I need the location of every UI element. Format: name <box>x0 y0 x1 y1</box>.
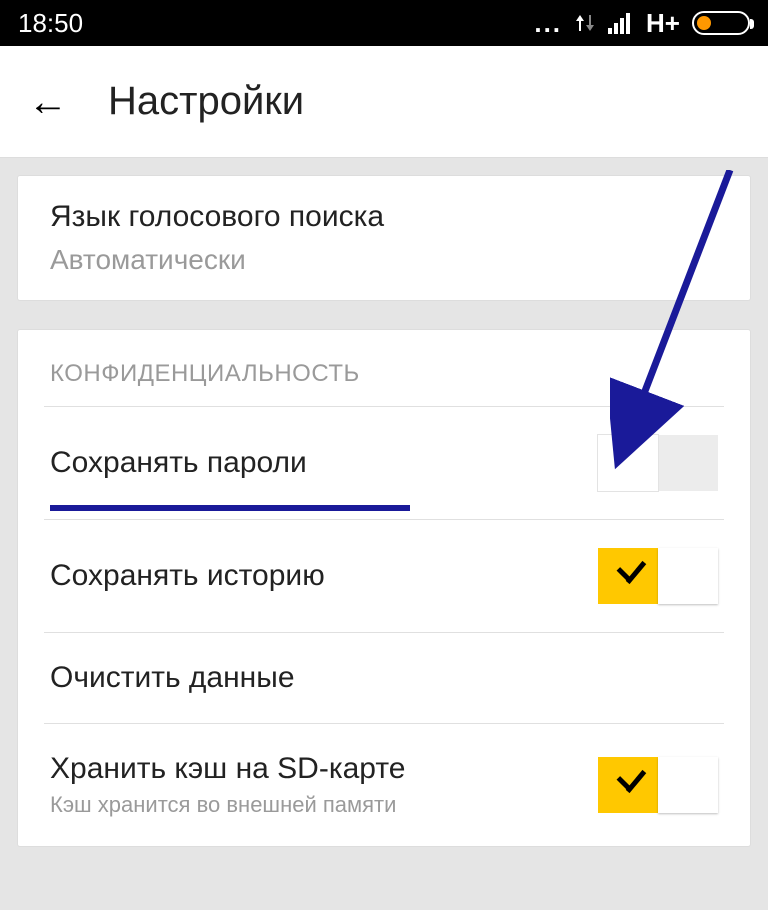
save-history-label: Сохранять историю <box>50 559 325 593</box>
voice-search-title: Язык голосового поиска <box>50 200 718 234</box>
status-time: 18:50 <box>18 8 83 39</box>
app-header: ← Настройки <box>0 46 768 158</box>
save-passwords-toggle[interactable] <box>598 435 718 491</box>
voice-search-value: Автоматически <box>50 244 718 276</box>
privacy-card: КОНФИДЕНЦИАЛЬНОСТЬ Сохранять пароли Сохр… <box>18 330 750 846</box>
voice-search-card[interactable]: Язык голосового поиска Автоматически <box>18 176 750 300</box>
sd-cache-label: Хранить кэш на SD-карте <box>50 752 405 786</box>
more-icon: ... <box>534 8 562 39</box>
data-updown-icon <box>574 12 596 34</box>
clear-data-label: Очистить данные <box>50 661 295 695</box>
sd-cache-toggle[interactable] <box>598 757 718 813</box>
save-passwords-label: Сохранять пароли <box>50 446 307 480</box>
signal-icon <box>608 12 634 34</box>
status-right: ... H+ <box>534 8 750 39</box>
save-history-row[interactable]: Сохранять историю <box>18 520 750 632</box>
save-passwords-row[interactable]: Сохранять пароли <box>18 407 750 519</box>
page-title: Настройки <box>108 79 304 124</box>
battery-icon <box>692 11 750 35</box>
privacy-section-header: КОНФИДЕНЦИАЛЬНОСТЬ <box>18 330 750 406</box>
back-arrow-icon[interactable]: ← <box>28 82 68 122</box>
network-type-label: H+ <box>646 8 680 39</box>
sd-cache-row[interactable]: Хранить кэш на SD-карте Кэш хранится во … <box>18 724 750 846</box>
status-bar: 18:50 ... H+ <box>0 0 768 46</box>
sd-cache-desc: Кэш хранится во внешней памяти <box>50 792 405 818</box>
save-history-toggle[interactable] <box>598 548 718 604</box>
clear-data-row[interactable]: Очистить данные <box>18 633 750 723</box>
annotation-underline <box>50 505 410 511</box>
